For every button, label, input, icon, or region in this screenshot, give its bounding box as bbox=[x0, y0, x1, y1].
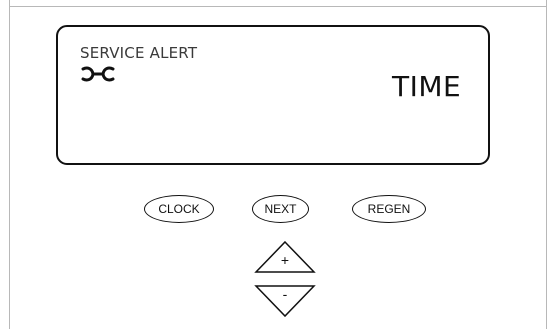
panel-border-left bbox=[9, 0, 10, 329]
wrench-icon bbox=[81, 66, 115, 82]
regen-button[interactable]: REGEN bbox=[352, 195, 426, 223]
clock-button[interactable]: CLOCK bbox=[144, 195, 214, 223]
down-button[interactable]: - bbox=[254, 284, 316, 318]
down-button-label: - bbox=[282, 286, 288, 302]
next-button[interactable]: NEXT bbox=[252, 195, 309, 223]
panel-border-right bbox=[546, 0, 547, 329]
panel-border-top bbox=[9, 6, 547, 7]
service-alert-label: SERVICE ALERT bbox=[80, 44, 198, 62]
display-mode-text: TIME bbox=[392, 70, 462, 103]
up-button[interactable]: + bbox=[254, 240, 316, 274]
up-button-label: + bbox=[280, 252, 290, 268]
